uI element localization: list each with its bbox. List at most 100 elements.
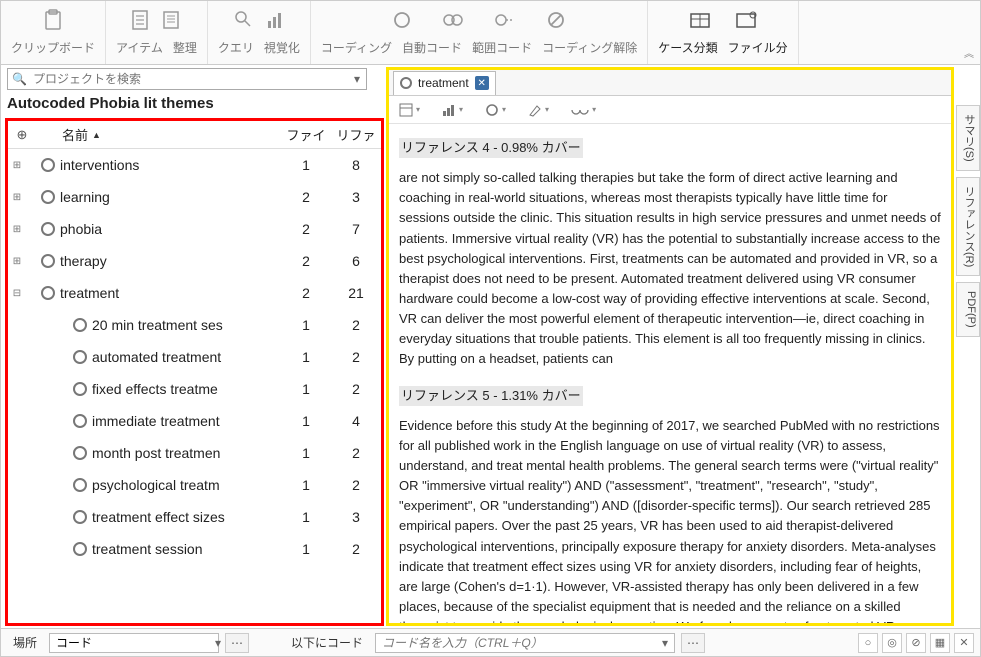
ribbon-group-item-organize[interactable]: アイテム 整理 — [106, 1, 208, 64]
right-column: treatment ✕ ▾ ▾ ▾ ▾ ▾ リファレンス 4 - 0.98% カ… — [386, 65, 956, 628]
item-icon — [130, 9, 150, 31]
col-refs[interactable]: リファ — [331, 125, 381, 144]
layout-icon[interactable]: ▾ — [399, 103, 420, 117]
browse-button[interactable]: ⋯ — [225, 633, 249, 653]
row-name: automated treatment — [92, 349, 281, 365]
ribbon-group-coding[interactable]: コーディング 自動コード 範囲コード コーディング解除 — [311, 1, 648, 64]
row-name: fixed effects treatme — [92, 381, 281, 397]
row-refs: 2 — [331, 317, 381, 333]
tree-child-row[interactable]: 20 min treatment ses12 — [8, 309, 381, 341]
expand-icon[interactable]: ⊞ — [8, 160, 26, 171]
tree-child-row[interactable]: automated treatment12 — [8, 341, 381, 373]
code-circle-icon — [392, 10, 412, 30]
tree-row[interactable]: ⊞phobia27 — [8, 213, 381, 245]
row-refs: 8 — [331, 157, 381, 173]
code-icon-4[interactable]: ▦ — [930, 633, 950, 653]
ribbon-group-classify[interactable]: ケース分類 ファイル分 — [648, 1, 798, 64]
code-circle-icon — [36, 222, 60, 236]
side-tab-reference[interactable]: リファレンス(R) — [956, 177, 980, 276]
tree-header: ⊕ 名前 ▲ ファイ リファ — [8, 121, 381, 149]
reference-body: are not simply so-called talking therapi… — [399, 168, 941, 369]
ribbon-group-query-viz[interactable]: クエリ 視覚化 — [208, 1, 311, 64]
row-refs: 4 — [331, 413, 381, 429]
row-name: treatment — [60, 285, 281, 301]
ribbon-collapse-icon[interactable]: ︽ — [964, 45, 974, 60]
col-files[interactable]: ファイ — [281, 125, 331, 144]
search-icon: 🔍 — [12, 72, 31, 86]
search-input[interactable] — [31, 71, 352, 87]
tree-row[interactable]: ⊞interventions18 — [8, 149, 381, 181]
row-files: 1 — [281, 445, 331, 461]
code-icon-1[interactable]: ○ — [858, 633, 878, 653]
range-icon — [494, 10, 516, 30]
code-circle-icon — [68, 510, 92, 524]
project-search[interactable]: 🔍 ▾ — [7, 68, 367, 90]
row-name: therapy — [60, 253, 281, 269]
row-refs: 21 — [331, 285, 381, 301]
expand-icon[interactable]: ⊞ — [8, 256, 26, 267]
tree-panel: ⊕ 名前 ▲ ファイ リファ ⊞interventions18⊞learning… — [5, 118, 384, 626]
expand-icon[interactable]: ⊞ — [8, 224, 26, 235]
chart-icon[interactable]: ▾ — [442, 103, 463, 117]
list-title: Autocoded Phobia lit themes — [1, 93, 386, 116]
clipboard-icon — [43, 9, 63, 31]
tree-child-row[interactable]: month post treatmen12 — [8, 437, 381, 469]
row-files: 1 — [281, 317, 331, 333]
code-circle-icon — [36, 158, 60, 172]
location-input[interactable] — [54, 635, 213, 651]
side-tab-summary[interactable]: サマリ(S) — [956, 105, 980, 171]
doc-tab-treatment[interactable]: treatment ✕ — [393, 71, 496, 95]
ribbon-label: クエリ — [218, 39, 254, 56]
ribbon-label: 範囲コード — [472, 39, 532, 56]
browse-button[interactable]: ⋯ — [681, 633, 705, 653]
ribbon-label: 視覚化 — [264, 39, 300, 56]
row-name: month post treatmen — [92, 445, 281, 461]
tree-child-row[interactable]: treatment effect sizes13 — [8, 501, 381, 533]
doc-panel: treatment ✕ ▾ ▾ ▾ ▾ ▾ リファレンス 4 - 0.98% カ… — [386, 67, 954, 626]
row-name: phobia — [60, 221, 281, 237]
code-icon-3[interactable]: ⊘ — [906, 633, 926, 653]
row-name: psychological treatm — [92, 477, 281, 493]
location-combo[interactable]: ▾ — [49, 633, 219, 653]
tree-row[interactable]: ⊟ treatment221 — [8, 277, 381, 309]
code-circle-icon — [400, 77, 412, 89]
ribbon-label: コーディング — [321, 39, 392, 56]
row-files: 2 — [281, 285, 331, 301]
ribbon-label: ファイル分 — [728, 39, 788, 56]
sort-asc-icon[interactable]: ▲ — [92, 130, 101, 140]
close-icon[interactable]: ✕ — [954, 633, 974, 653]
tree-child-row[interactable]: immediate treatment14 — [8, 405, 381, 437]
ribbon-group-clipboard[interactable]: クリップボード — [1, 1, 106, 64]
tree-row[interactable]: ⊞learning23 — [8, 181, 381, 213]
search-dropdown-icon[interactable]: ▾ — [352, 72, 362, 86]
left-column: 🔍 ▾ Autocoded Phobia lit themes ⊕ 名前 ▲ フ… — [1, 65, 386, 628]
expand-all-icon[interactable]: ⊕ — [8, 127, 36, 143]
code-circle-icon — [68, 446, 92, 460]
tree-child-row[interactable]: psychological treatm12 — [8, 469, 381, 501]
link-icon[interactable]: ▾ — [571, 105, 596, 115]
tree-row[interactable]: ⊞therapy26 — [8, 245, 381, 277]
col-name[interactable]: 名前 — [62, 125, 88, 144]
side-tab-pdf[interactable]: PDF(P) — [956, 282, 980, 337]
tree-child-row[interactable]: fixed effects treatme12 — [8, 373, 381, 405]
code-name-input[interactable] — [380, 635, 660, 651]
expand-icon[interactable]: ⊟ — [8, 288, 26, 299]
close-tab-icon[interactable]: ✕ — [475, 76, 489, 90]
ribbon-label: クリップボード — [11, 39, 95, 56]
highlight-icon[interactable]: ▾ — [528, 103, 549, 117]
row-refs: 3 — [331, 509, 381, 525]
code-icon-2[interactable]: ◎ — [882, 633, 902, 653]
code-combo[interactable]: ▾ — [375, 633, 675, 653]
chevron-down-icon[interactable]: ▾ — [213, 636, 223, 650]
row-refs: 2 — [331, 477, 381, 493]
uncode-icon — [546, 10, 566, 30]
chevron-down-icon[interactable]: ▾ — [660, 636, 670, 650]
row-files: 1 — [281, 477, 331, 493]
doc-body[interactable]: リファレンス 4 - 0.98% カバー are not simply so-c… — [389, 124, 951, 623]
circle-icon[interactable]: ▾ — [485, 103, 506, 117]
expand-icon[interactable]: ⊞ — [8, 192, 26, 203]
tree-child-row[interactable]: treatment session12 — [8, 533, 381, 565]
code-circle-icon — [36, 190, 60, 204]
row-files: 1 — [281, 509, 331, 525]
main-area: 🔍 ▾ Autocoded Phobia lit themes ⊕ 名前 ▲ フ… — [1, 65, 980, 628]
